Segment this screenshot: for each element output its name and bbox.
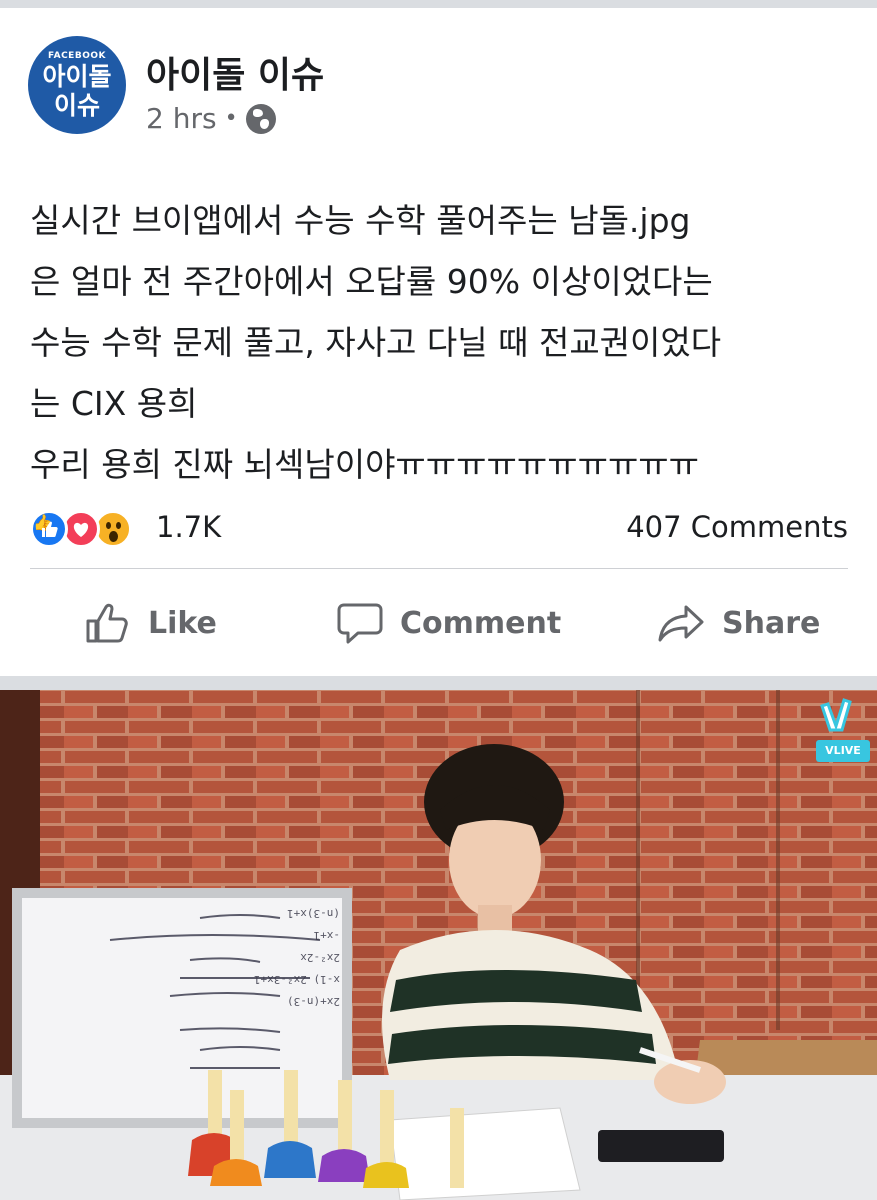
- page-name-link[interactable]: 아이돌 이슈: [146, 46, 324, 98]
- like-label: Like: [148, 605, 217, 641]
- reaction-count[interactable]: 1.7K: [156, 510, 221, 544]
- post-text-line: 는 CIX 용희: [30, 384, 198, 423]
- whiteboard-line: (n-3)x+1: [287, 907, 340, 920]
- vlive-badge-text: VLIVE: [825, 744, 861, 757]
- post-actions: Like Comment Share: [0, 590, 877, 656]
- thumbs-up-icon: [86, 603, 128, 643]
- whiteboard-writing: 2x+(n-3) x-1) 2x²-3x+1 2x²-2x -x+1 (n-3)…: [160, 902, 340, 1012]
- avatar-label-line2: 이슈: [53, 91, 100, 120]
- whiteboard-line: 2x+(n-3): [287, 995, 340, 1008]
- post-text-line: 수능 수학 문제 풀고, 자사고 다닐 때 전교권이었다: [30, 323, 722, 362]
- top-separator: [0, 0, 877, 8]
- reactions-bar: 1.7K 407 Comments: [30, 508, 848, 550]
- globe-icon: [245, 103, 276, 134]
- avatar-label-top: FACEBOOK: [48, 51, 106, 61]
- post-header: FACEBOOK 아이돌 이슈 아이돌 이슈 2 hrs •: [28, 36, 848, 136]
- share-label: Share: [722, 605, 821, 641]
- like-reaction-icon: [30, 510, 68, 548]
- divider: [30, 568, 848, 569]
- page-avatar[interactable]: FACEBOOK 아이돌 이슈: [28, 36, 126, 134]
- post-body: 실시간 브이앱에서 수능 수학 풀어주는 남돌.jpg 은 얼마 전 주간아에서…: [30, 190, 850, 495]
- meta-separator: •: [224, 106, 238, 131]
- comment-button[interactable]: Comment: [336, 590, 561, 656]
- post-timestamp[interactable]: 2 hrs: [146, 102, 217, 135]
- whiteboard-line: x-1) 2x²-3x+1: [253, 973, 340, 986]
- vlive-screenshot: [0, 690, 877, 1200]
- post-separator: [0, 676, 877, 690]
- comment-label: Comment: [400, 605, 562, 641]
- whiteboard-line: 2x²-2x: [300, 951, 340, 964]
- post-media-image[interactable]: VLIVE 2x+(n-3) x-1) 2x²-3x+1 2x²-2x -x+1…: [0, 690, 877, 1200]
- comment-bubble-icon: [337, 603, 383, 644]
- comments-count-link[interactable]: 407 Comments: [626, 510, 848, 544]
- share-arrow-icon: [658, 605, 704, 642]
- avatar-label-line1: 아이돌: [42, 62, 112, 91]
- whiteboard-line: -x+1: [313, 929, 341, 942]
- like-button[interactable]: Like: [84, 590, 217, 656]
- post-text-line: 우리 용희 진짜 뇌섹남이야ㅠㅠㅠㅠㅠㅠㅠㅠㅠㅠ: [30, 445, 700, 484]
- share-button[interactable]: Share: [656, 590, 820, 656]
- post-text-line: 실시간 브이앱에서 수능 수학 풀어주는 남돌.jpg: [30, 201, 691, 240]
- post-text-line: 은 얼마 전 주간아에서 오답률 90% 이상이었다는: [30, 262, 713, 301]
- post-meta: 2 hrs •: [146, 102, 276, 135]
